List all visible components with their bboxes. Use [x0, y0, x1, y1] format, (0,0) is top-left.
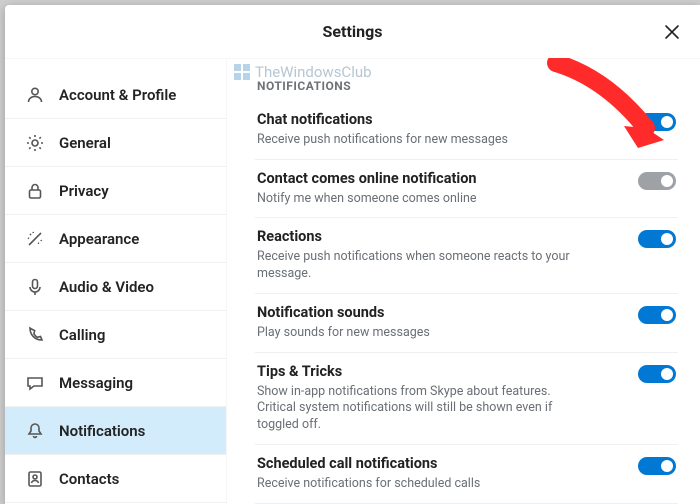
sidebar-item-label: Contacts	[59, 470, 218, 488]
phone-icon	[25, 325, 45, 345]
toggle-online[interactable]	[638, 172, 676, 190]
lock-icon	[25, 181, 45, 201]
section-header: NOTIFICATIONS	[257, 79, 678, 93]
setting-description: Receive push notifications when someone …	[257, 249, 577, 283]
setting-row-sounds: Notification sounds Play sounds for new m…	[255, 293, 678, 352]
close-icon	[664, 24, 680, 43]
setting-title: Scheduled call notifications	[257, 455, 626, 474]
sidebar-item-audio-video[interactable]: Audio & Video	[5, 263, 226, 311]
toggle-sched[interactable]	[638, 457, 676, 475]
sidebar-item-messaging[interactable]: Messaging	[5, 359, 226, 407]
sidebar-item-label: Account & Profile	[59, 86, 218, 104]
sidebar: Account & Profile General Privacy Appearanc…	[5, 59, 227, 504]
setting-text: Reactions Receive push notifications when…	[257, 228, 626, 283]
setting-text: Contact comes online notification Notify …	[257, 170, 626, 208]
toggle-sounds[interactable]	[638, 306, 676, 324]
setting-row-tips: Tips & Tricks Show in-app notifications f…	[255, 352, 678, 444]
sidebar-item-label: Privacy	[59, 182, 218, 200]
setting-row-reactions: Reactions Receive push notifications when…	[255, 217, 678, 293]
sidebar-item-general[interactable]: General	[5, 119, 226, 167]
sidebar-item-appearance[interactable]: Appearance	[5, 215, 226, 263]
toggle-tips[interactable]	[638, 365, 676, 383]
gear-icon	[25, 133, 45, 153]
sidebar-item-label: Appearance	[59, 230, 218, 248]
sidebar-item-label: Audio & Video	[59, 278, 218, 296]
notifications-panel: TheWindowsClub NOTIFICATIONS Chat notifi…	[227, 59, 700, 504]
watermark-text: TheWindowsClub	[255, 63, 372, 81]
setting-text: Tips & Tricks Show in-app notifications f…	[257, 363, 626, 434]
sidebar-item-account-profile[interactable]: Account & Profile	[5, 71, 226, 119]
settings-modal: Settings Account & Profile General Privacy…	[5, 5, 700, 504]
setting-text: Notification sounds Play sounds for new m…	[257, 304, 626, 342]
setting-row-sched: Scheduled call notifications Receive noti…	[255, 444, 678, 503]
sidebar-item-calling[interactable]: Calling	[5, 311, 226, 359]
setting-row-online: Contact comes online notification Notify …	[255, 159, 678, 218]
toggle-reactions[interactable]	[638, 230, 676, 248]
chat-icon	[25, 373, 45, 393]
setting-row-chat: Chat notifications Receive push notificat…	[255, 101, 678, 159]
settings-list: Chat notifications Receive push notificat…	[255, 101, 678, 504]
setting-description: Notify me when someone comes online	[257, 191, 577, 208]
setting-description: Receive push notifications for new messa…	[257, 132, 577, 149]
setting-description: Show in-app notifications from Skype abo…	[257, 384, 577, 435]
sidebar-item-label: Calling	[59, 326, 218, 344]
toggle-chat[interactable]	[638, 113, 676, 131]
watermark-logo-icon	[233, 63, 251, 81]
sidebar-item-label: Messaging	[59, 374, 218, 392]
sidebar-item-contacts[interactable]: Contacts	[5, 455, 226, 503]
setting-description: Play sounds for new messages	[257, 325, 577, 342]
mic-icon	[25, 277, 45, 297]
sidebar-item-label: General	[59, 134, 218, 152]
close-button[interactable]	[658, 19, 686, 47]
setting-title: Notification sounds	[257, 304, 626, 323]
modal-title: Settings	[323, 22, 383, 41]
bell-icon	[25, 421, 45, 441]
setting-text: Chat notifications Receive push notificat…	[257, 111, 626, 149]
user-icon	[25, 85, 45, 105]
setting-text: Scheduled call notifications Receive noti…	[257, 455, 626, 493]
modal-header: Settings	[5, 5, 700, 59]
setting-title: Contact comes online notification	[257, 170, 626, 189]
contacts-icon	[25, 469, 45, 489]
sidebar-item-notifications[interactable]: Notifications	[5, 407, 226, 455]
watermark: TheWindowsClub	[233, 63, 372, 81]
setting-title: Reactions	[257, 228, 626, 247]
setting-title: Chat notifications	[257, 111, 626, 130]
wand-icon	[25, 229, 45, 249]
setting-description: Receive notifications for scheduled call…	[257, 476, 577, 493]
sidebar-item-label: Notifications	[59, 422, 218, 440]
sidebar-item-privacy[interactable]: Privacy	[5, 167, 226, 215]
setting-title: Tips & Tricks	[257, 363, 626, 382]
